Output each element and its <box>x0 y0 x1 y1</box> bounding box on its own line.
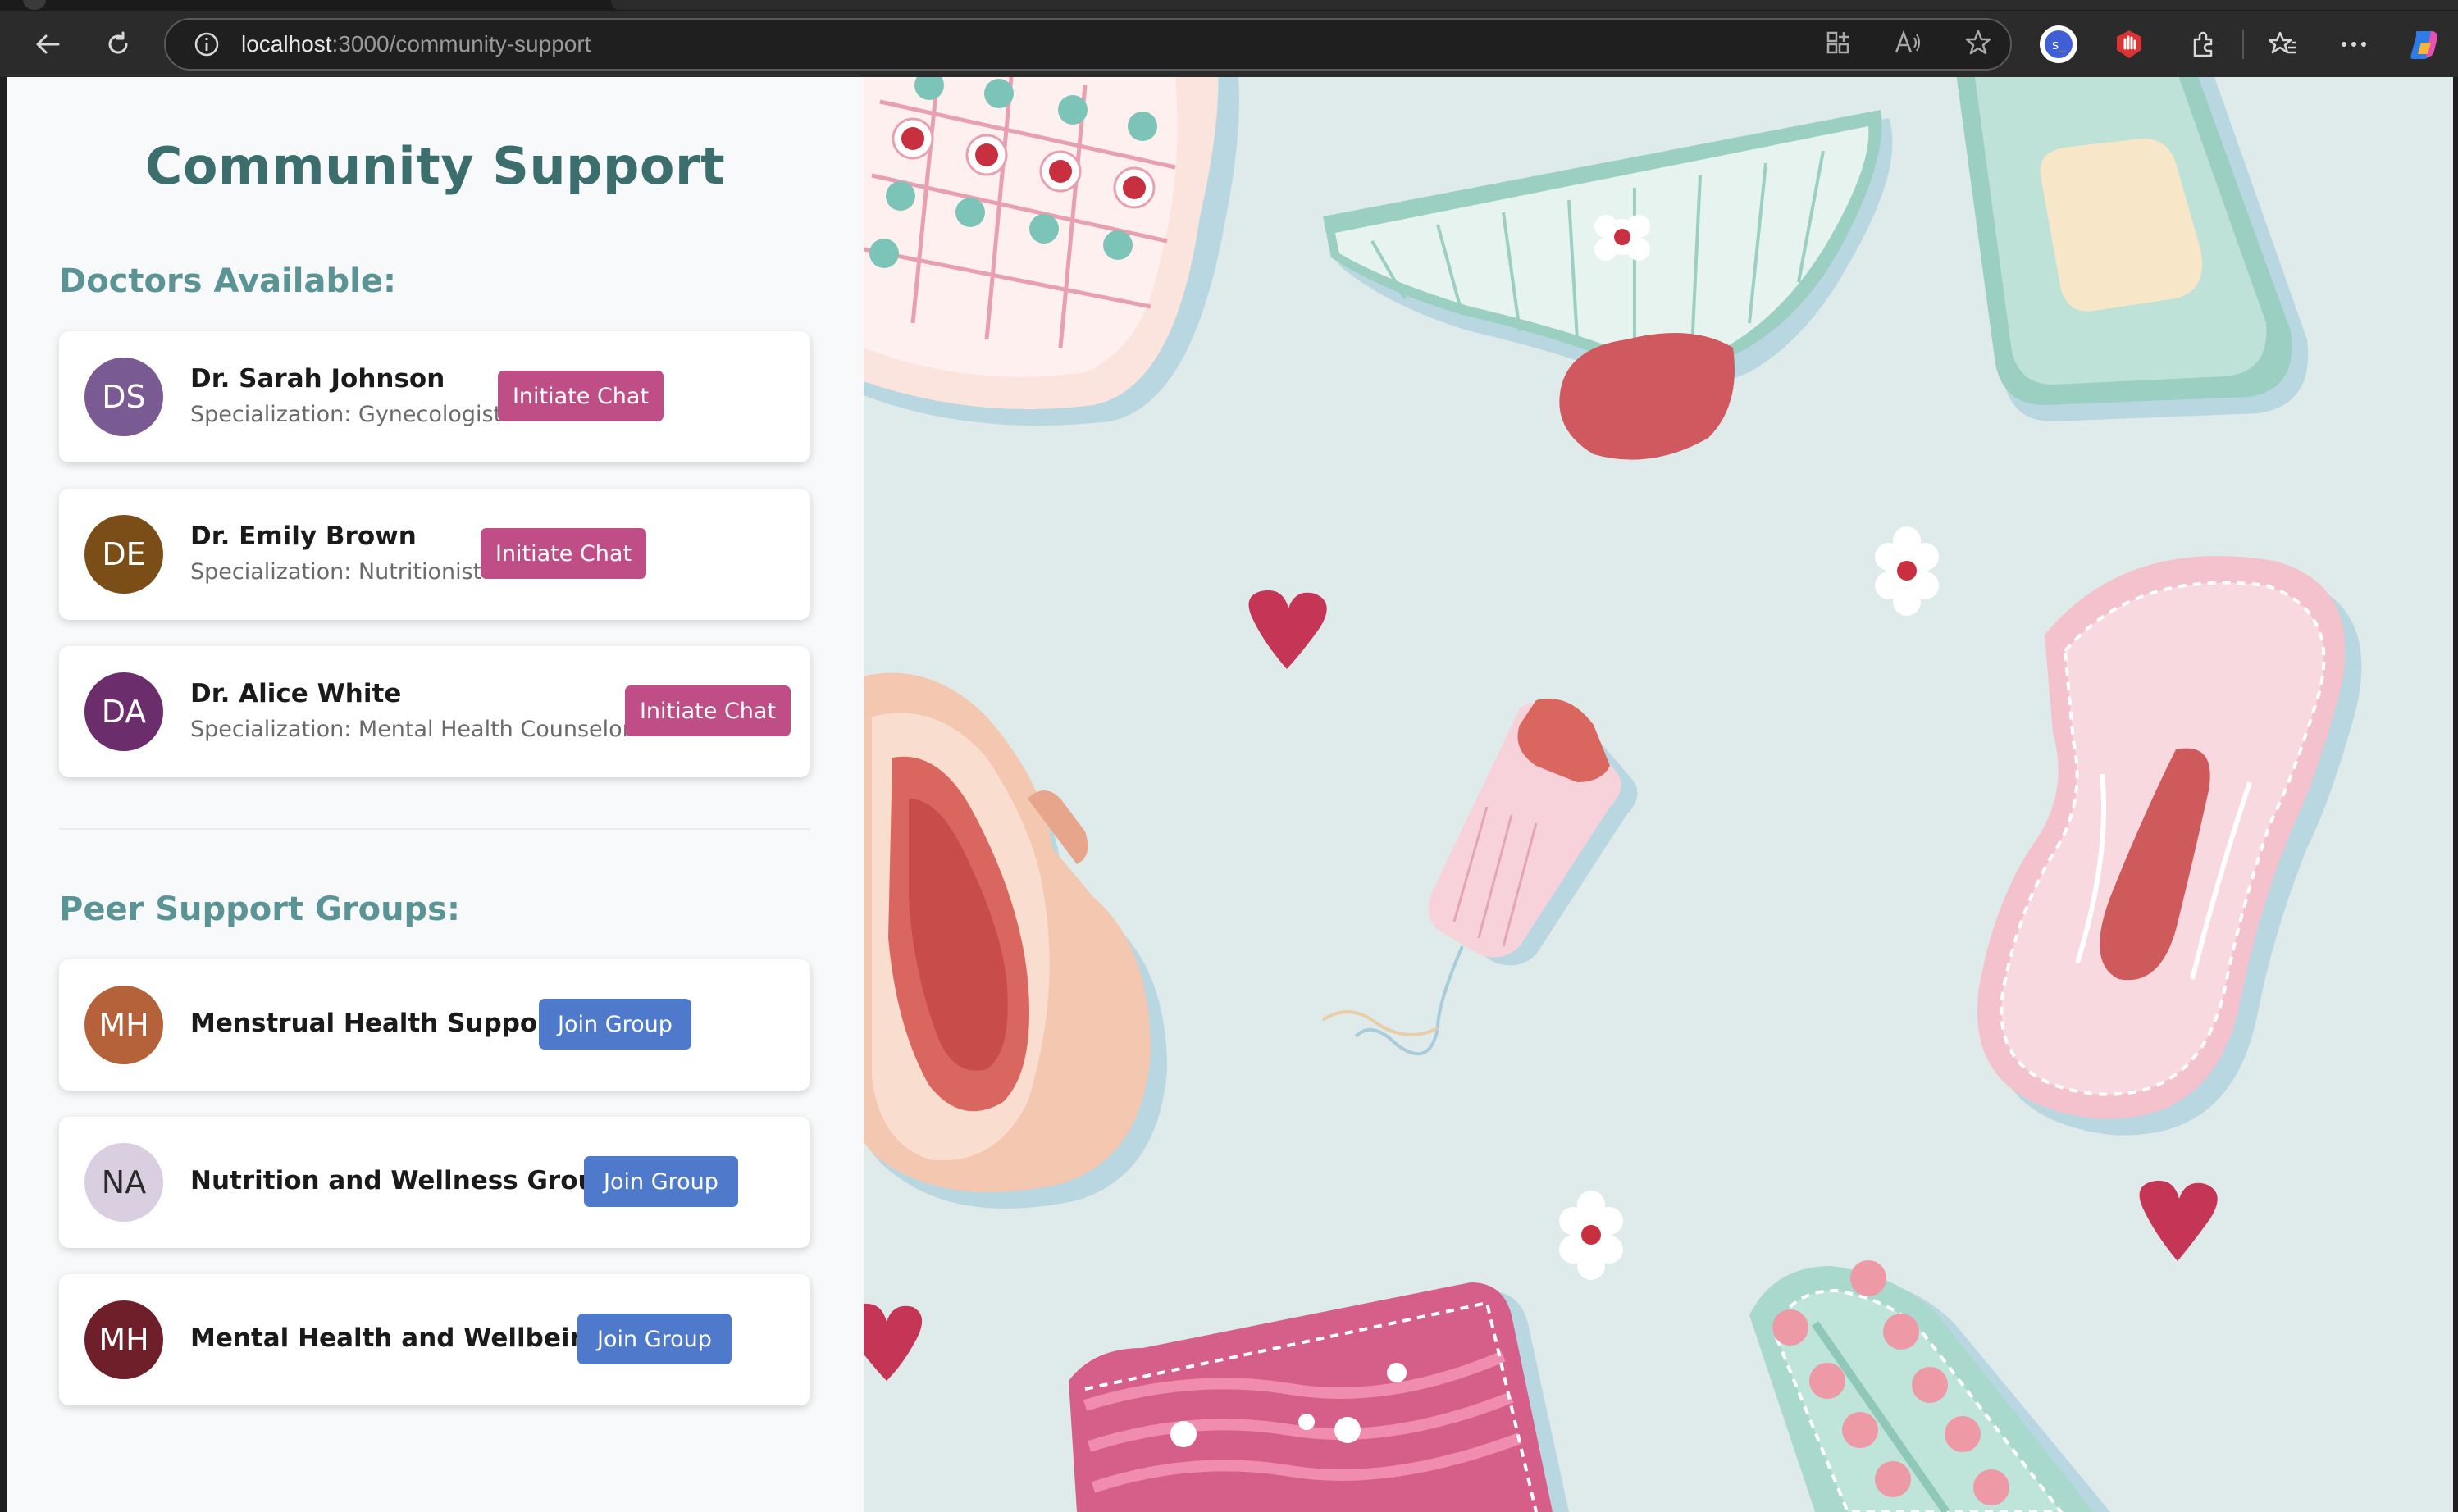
join-group-button[interactable]: Join Group <box>584 1156 738 1207</box>
avatar: MH <box>84 1300 163 1379</box>
url-text[interactable]: localhost:3000/community-support <box>241 31 591 57</box>
tab-strip-bar <box>611 0 2458 10</box>
group-card: MH Mental Health and Wellbeing Join Grou… <box>59 1274 810 1405</box>
doctor-name: Dr. Emily Brown <box>190 521 417 551</box>
group-card: NA Nutrition and Wellness Group Join Gro… <box>59 1117 810 1248</box>
toolbar-separator <box>2242 30 2244 59</box>
read-aloud-icon[interactable] <box>1894 29 1922 60</box>
section-divider <box>59 828 810 830</box>
group-card: MH Menstrual Health Support Join Group <box>59 959 810 1091</box>
svg-text:s_: s_ <box>2052 37 2066 53</box>
doctor-card: DA Dr. Alice White Specialization: Menta… <box>59 646 810 777</box>
menstrual-products-illustration <box>864 77 2453 1512</box>
group-name: Nutrition and Wellness Group <box>190 1166 614 1195</box>
peer-groups-heading: Peer Support Groups: <box>59 890 460 928</box>
back-icon[interactable] <box>25 11 71 77</box>
doctor-card: DS Dr. Sarah Johnson Specialization: Gyn… <box>59 331 810 462</box>
extension-red-icon[interactable] <box>2106 11 2152 77</box>
initiate-chat-button[interactable]: Initiate Chat <box>625 685 791 736</box>
tab-strip <box>0 0 2458 11</box>
info-icon[interactable] <box>192 30 221 59</box>
doctor-name: Dr. Alice White <box>190 679 402 708</box>
tab-edge <box>23 0 46 10</box>
profile-icon[interactable]: s_ <box>2036 11 2082 77</box>
doctor-specialization: Specialization: Mental Health Counselor <box>190 717 632 742</box>
join-group-button[interactable]: Join Group <box>539 999 691 1050</box>
doctor-specialization: Specialization: Gynecologist <box>190 402 503 427</box>
group-name: Mental Health and Wellbeing <box>190 1323 606 1353</box>
page-viewport: Community Support Doctors Available: DS … <box>7 77 2453 1512</box>
address-bar[interactable]: localhost:3000/community-support <box>164 18 2012 71</box>
avatar: NA <box>84 1143 163 1222</box>
avatar: DE <box>84 515 163 594</box>
avatar: MH <box>84 986 163 1064</box>
community-support-panel: Community Support Doctors Available: DS … <box>7 77 864 1512</box>
doctor-specialization: Specialization: Nutritionist <box>190 559 482 585</box>
avatar: DA <box>84 672 163 751</box>
url-host: localhost <box>241 31 332 57</box>
url-path: :3000/community-support <box>331 31 591 57</box>
refresh-icon[interactable] <box>95 11 141 77</box>
group-name: Menstrual Health Support <box>190 1009 563 1038</box>
join-group-button[interactable]: Join Group <box>577 1314 732 1364</box>
doctor-card: DE Dr. Emily Brown Specialization: Nutri… <box>59 489 810 620</box>
extensions-icon[interactable] <box>2180 11 2226 77</box>
favorite-star-icon[interactable] <box>1964 29 1992 61</box>
avatar: DS <box>84 358 163 436</box>
page-title: Community Support <box>144 136 726 196</box>
doctors-heading: Doctors Available: <box>59 262 396 300</box>
more-icon[interactable] <box>2331 11 2377 77</box>
browser-toolbar: localhost:3000/community-support s_ <box>0 11 2458 77</box>
apps-icon[interactable] <box>1825 30 1851 60</box>
doctor-name: Dr. Sarah Johnson <box>190 364 445 394</box>
favorites-icon[interactable] <box>2260 11 2306 77</box>
copilot-icon[interactable] <box>2401 11 2447 77</box>
initiate-chat-button[interactable]: Initiate Chat <box>498 371 664 421</box>
initiate-chat-button[interactable]: Initiate Chat <box>481 528 646 579</box>
